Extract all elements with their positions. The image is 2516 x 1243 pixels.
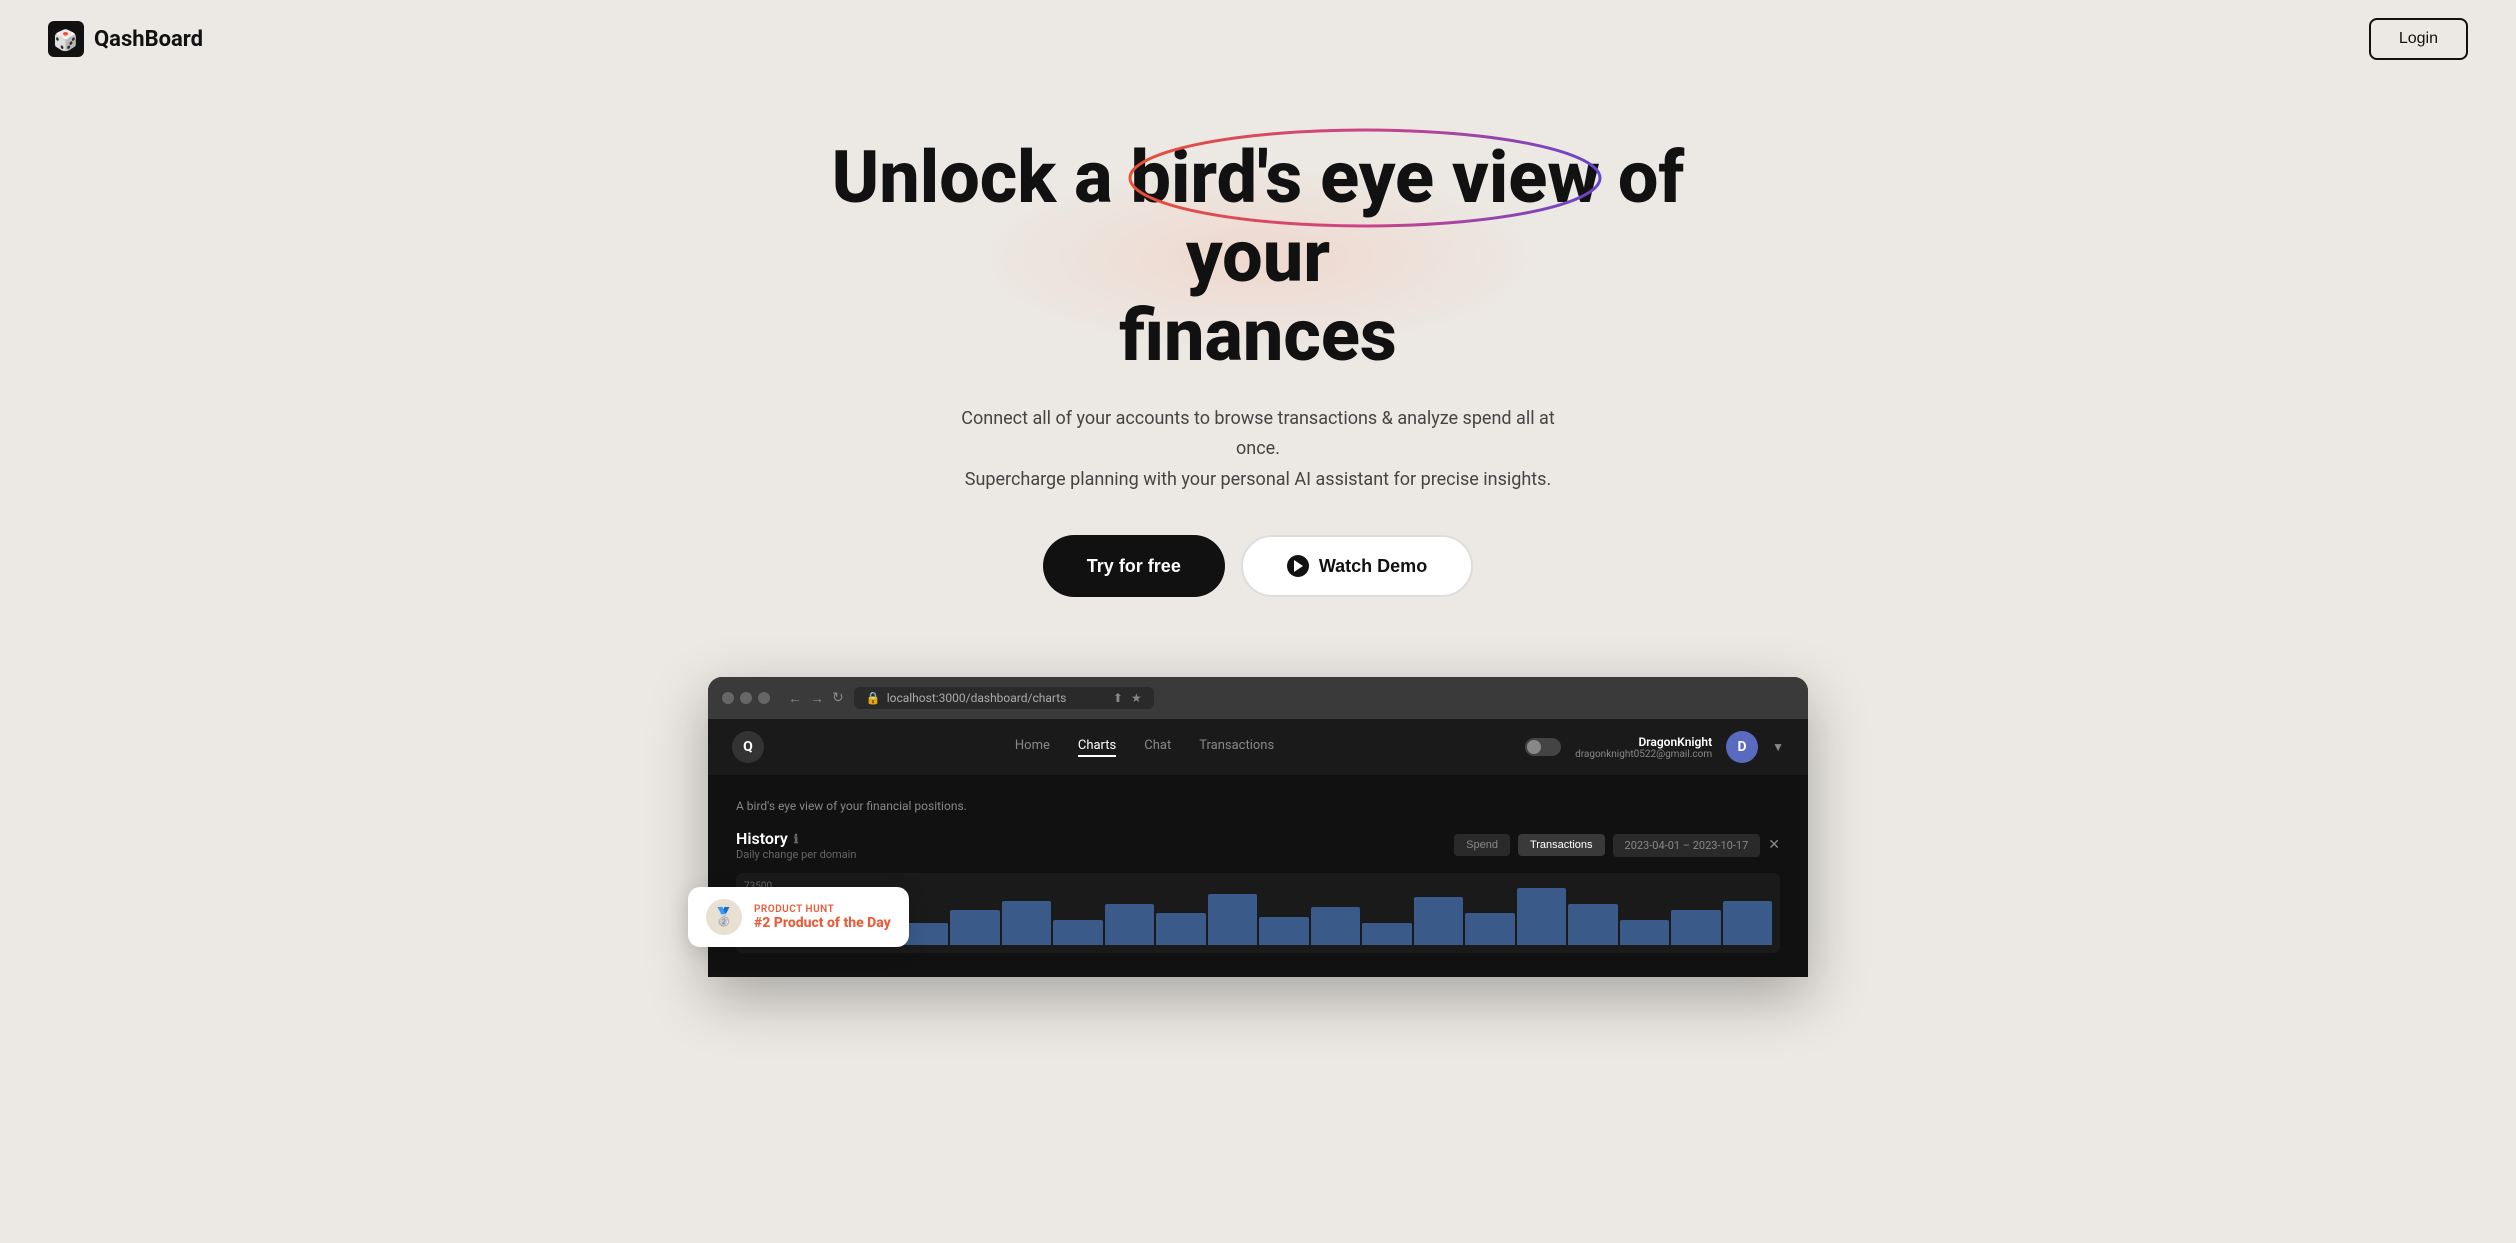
- nav-transactions[interactable]: Transactions: [1199, 738, 1274, 757]
- play-icon: [1287, 555, 1309, 577]
- close-filter-icon[interactable]: ✕: [1768, 837, 1780, 853]
- watch-demo-button[interactable]: Watch Demo: [1241, 535, 1473, 597]
- dot-green: [758, 692, 770, 704]
- app-navbar: Q Home Charts Chat Transactions DragonKn…: [708, 719, 1808, 775]
- refresh-icon[interactable]: ↻: [832, 690, 844, 706]
- chart-bar: [1208, 894, 1258, 945]
- logo-icon: 🎲: [48, 21, 84, 57]
- watch-demo-label: Watch Demo: [1319, 556, 1427, 577]
- app-nav-links: Home Charts Chat Transactions: [1015, 738, 1274, 757]
- history-subtitle: Daily change per domain: [736, 848, 856, 861]
- browser-chrome: ← → ↻ 🔒 localhost:3000/dashboard/charts …: [708, 677, 1808, 719]
- hero-title: Unlock a bird's eye view of your finance…: [808, 138, 1708, 376]
- cta-buttons: Try for free Watch Demo: [1043, 535, 1473, 597]
- nav-chat[interactable]: Chat: [1144, 738, 1171, 757]
- content-heading: A bird's eye view of your financial posi…: [736, 799, 1780, 813]
- address-text: localhost:3000/dashboard/charts: [887, 691, 1067, 705]
- theme-toggle[interactable]: [1525, 738, 1561, 756]
- subtitle-line2: Supercharge planning with your personal …: [965, 469, 1551, 490]
- ph-rank: #2 Product of the Day: [754, 915, 891, 931]
- filter-transactions-button[interactable]: Transactions: [1518, 834, 1605, 856]
- title-highlight: bird's eye view: [1130, 138, 1599, 217]
- browser-nav: ← → ↻: [788, 690, 844, 707]
- chart-bar: [1414, 897, 1464, 945]
- history-controls: Spend Transactions 2023-04-01 – 2023-10-…: [1454, 834, 1780, 857]
- chart-bar: [1465, 913, 1515, 945]
- dot-yellow: [740, 692, 752, 704]
- chart-bar: [1053, 920, 1103, 946]
- chart-bar: [1671, 910, 1721, 945]
- history-info-icon: ℹ: [794, 832, 799, 846]
- user-name: DragonKnight: [1575, 735, 1712, 749]
- try-free-button[interactable]: Try for free: [1043, 535, 1225, 597]
- chart-bar: [1620, 920, 1670, 946]
- forward-arrow-icon[interactable]: →: [810, 690, 824, 707]
- user-email: dragonknight0522@gmail.com: [1575, 749, 1712, 760]
- title-line1: Unlock a: [832, 135, 1131, 220]
- history-title: History ℹ: [736, 829, 856, 848]
- svg-text:🎲: 🎲: [53, 28, 78, 52]
- chart-bar: [1517, 888, 1567, 946]
- hero-section: Unlock a bird's eye view of your finance…: [0, 78, 2516, 637]
- share-icon[interactable]: ⬆: [1113, 691, 1123, 705]
- navbar: 🎲 QashBoard Login: [0, 0, 2516, 78]
- chart-bar: [1002, 901, 1052, 946]
- chart-bar: [950, 910, 1000, 945]
- filter-spend-button[interactable]: Spend: [1454, 834, 1510, 856]
- ph-medal-icon: 🥈: [706, 899, 742, 935]
- nav-charts[interactable]: Charts: [1078, 738, 1116, 757]
- history-title-text: History: [736, 829, 788, 848]
- chart-bar: [1156, 913, 1206, 945]
- product-hunt-badge: 🥈 PRODUCT HUNT #2 Product of the Day: [688, 887, 909, 947]
- logo-area: 🎲 QashBoard: [48, 21, 203, 57]
- app-nav-right: DragonKnight dragonknight0522@gmail.com …: [1525, 731, 1784, 763]
- ph-label: PRODUCT HUNT: [754, 904, 891, 915]
- user-dropdown-icon[interactable]: ▼: [1772, 740, 1784, 754]
- title-line2: finances: [1119, 293, 1397, 378]
- chart-bar: [1723, 901, 1773, 946]
- user-avatar: D: [1726, 731, 1758, 763]
- back-arrow-icon[interactable]: ←: [788, 690, 802, 707]
- date-range-display: 2023-04-01 – 2023-10-17: [1613, 834, 1761, 857]
- chart-bar: [1362, 923, 1412, 945]
- nav-home[interactable]: Home: [1015, 738, 1050, 757]
- browser-action-icons: ⬆ ★: [1113, 691, 1142, 705]
- toggle-thumb: [1527, 740, 1541, 754]
- subtitle-line1: Connect all of your accounts to browse t…: [961, 408, 1554, 460]
- history-left: History ℹ Daily change per domain: [736, 829, 856, 861]
- chart-bar: [1311, 907, 1361, 945]
- address-bar[interactable]: 🔒 localhost:3000/dashboard/charts ⬆ ★: [854, 687, 1154, 709]
- login-button[interactable]: Login: [2369, 18, 2468, 60]
- ph-text-area: PRODUCT HUNT #2 Product of the Day: [754, 904, 891, 931]
- chart-bar: [1259, 917, 1309, 946]
- dot-red: [722, 692, 734, 704]
- browser-dots: [722, 692, 770, 704]
- chart-bar: [1105, 904, 1155, 946]
- lock-icon: 🔒: [866, 691, 881, 705]
- star-icon[interactable]: ★: [1131, 691, 1142, 705]
- logo-text: QashBoard: [94, 27, 203, 52]
- history-header: History ℹ Daily change per domain Spend …: [736, 829, 1780, 861]
- hero-subtitle: Connect all of your accounts to browse t…: [958, 404, 1558, 496]
- app-content: A bird's eye view of your financial posi…: [708, 775, 1808, 977]
- user-info: DragonKnight dragonknight0522@gmail.com: [1575, 735, 1712, 760]
- oval-decoration: [1125, 123, 1605, 233]
- app-logo: Q: [732, 731, 764, 763]
- chart-bar: [1568, 904, 1618, 946]
